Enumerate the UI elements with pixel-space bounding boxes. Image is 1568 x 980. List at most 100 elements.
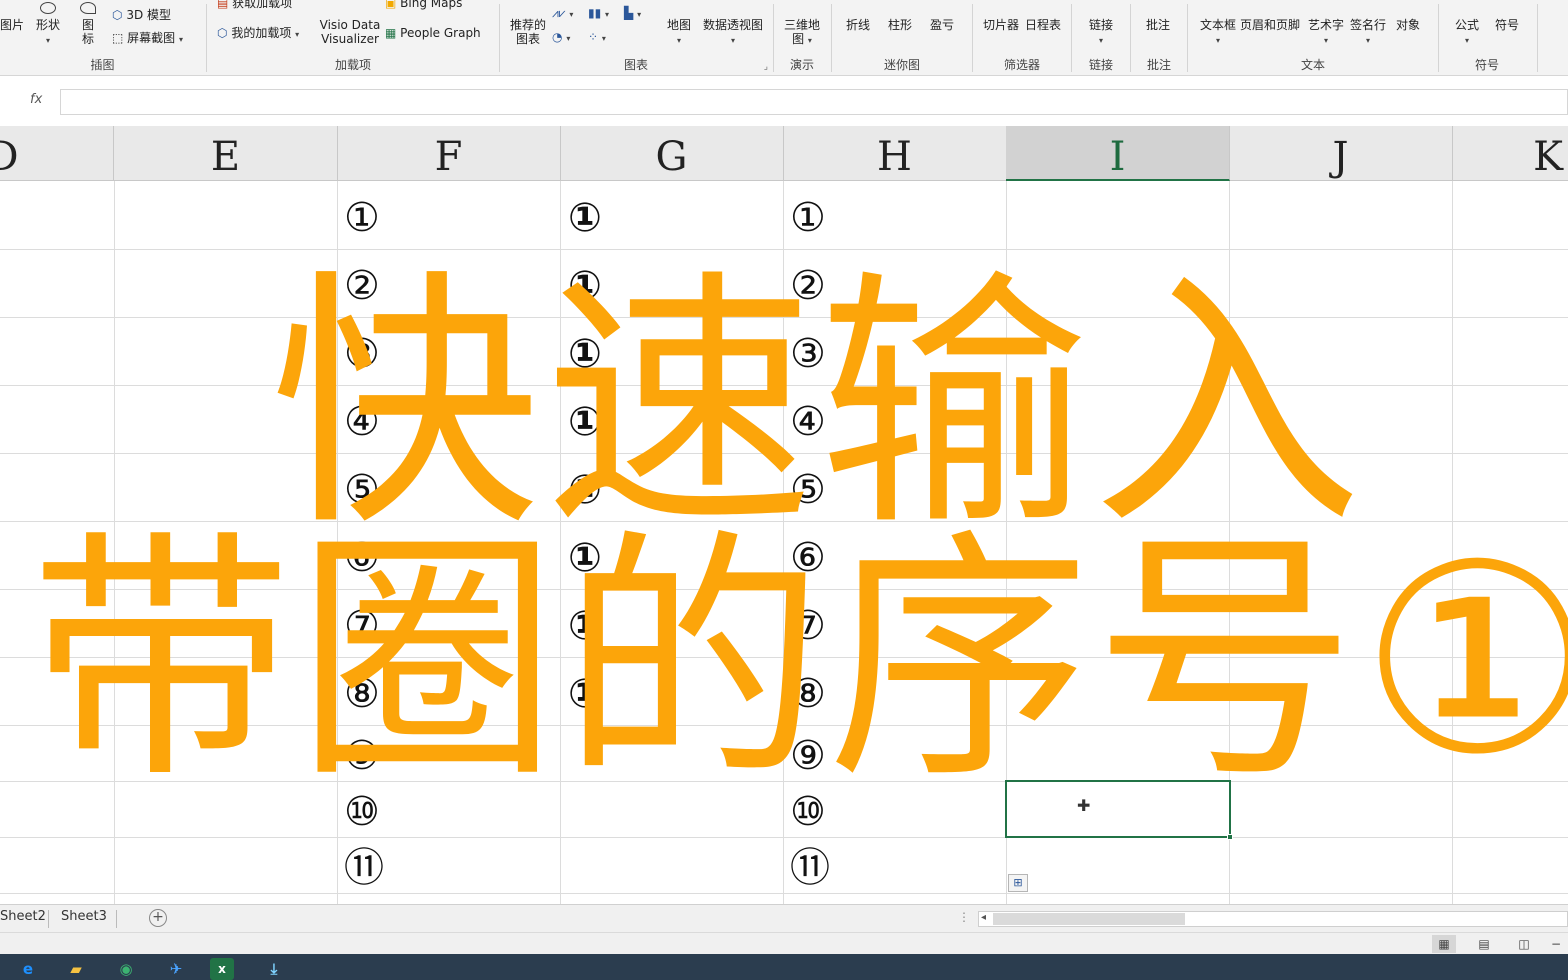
bing-icon: ▣ <box>385 0 397 10</box>
my-addins-button[interactable]: ⬡ 我的加载项 ▾ <box>217 26 299 42</box>
column-header-g[interactable]: G <box>560 126 784 181</box>
signature-line-button[interactable]: 签名行 ▾ <box>1348 18 1388 48</box>
fx-icon[interactable]: fx <box>30 92 42 107</box>
browser-icon[interactable]: ◉ <box>114 958 138 980</box>
model3d-label: 3D 模型 <box>126 8 172 22</box>
column-header-e[interactable]: E <box>114 126 338 181</box>
hierarchy-chart-button[interactable]: ▙ ▾ <box>624 6 641 22</box>
pictures-button[interactable]: 图片 <box>0 18 24 32</box>
fill-handle[interactable] <box>1227 834 1233 840</box>
zoom-out-icon[interactable]: − <box>1546 935 1566 953</box>
textbox-button[interactable]: 文本框 ▾ <box>1198 18 1238 48</box>
ribbon-group-label: 加载项 <box>334 58 371 72</box>
gridline <box>0 893 1568 894</box>
timeline-button[interactable]: 日程表 <box>1025 18 1061 32</box>
overlay-title-line2: 带圈的序号① <box>30 508 1568 813</box>
chevron-down-icon: ▾ <box>1215 36 1220 45</box>
cell-g-value[interactable]: ① <box>568 198 602 238</box>
cell-h-value[interactable]: ⑪ <box>790 848 830 888</box>
scroll-left-icon[interactable]: ◂ <box>981 912 986 923</box>
scroll-thumb[interactable] <box>993 913 1185 925</box>
object-button[interactable]: 对象 <box>1396 18 1420 32</box>
cell-h-value[interactable]: ① <box>790 198 826 238</box>
edge-icon[interactable]: e <box>16 958 40 980</box>
column-header-d[interactable]: D <box>0 126 114 181</box>
paste-options-icon[interactable]: ⊞ <box>1008 874 1028 892</box>
icons-label: 图标 <box>81 18 94 46</box>
symbol-button[interactable]: 符号 <box>1495 18 1519 32</box>
chevron-down-icon: ▾ <box>637 10 642 19</box>
model3d-button[interactable]: ⬡ 3D 模型 <box>112 8 171 22</box>
maps-button[interactable]: 地图 ▾ <box>664 18 694 48</box>
formula-input[interactable] <box>60 89 1568 115</box>
people-graph-button[interactable]: ▦ People Graph <box>385 26 481 40</box>
line-chart-button[interactable]: ⩘⩗ ▾ <box>552 6 573 22</box>
addins-icon: ⬡ <box>217 26 228 40</box>
header-footer-button[interactable]: 页眉和页脚 <box>1240 18 1300 32</box>
page-layout-view-icon[interactable]: ▤ <box>1472 935 1496 953</box>
column-chart-button[interactable]: ▮▮ ▾ <box>588 6 609 22</box>
column-chart-icon: ▮▮ <box>588 6 602 20</box>
ribbon-group-tours: 三维地图 ▾ 演示 <box>774 0 830 76</box>
excel-icon[interactable]: x <box>210 958 234 980</box>
ribbon-group-label: 演示 <box>789 58 814 72</box>
chevron-down-icon: ▾ <box>605 10 610 19</box>
ribbon: 图片 形状 ▾ 图标 ⬡ 3D 模型 ⬚ 屏幕截图 ▾ 插图 ▤ 获取加载项 ⬡ … <box>0 0 1568 76</box>
column-header-j[interactable]: J <box>1229 126 1453 181</box>
timeline-label: 日程表 <box>1025 18 1062 32</box>
sparkline-column-button[interactable]: 柱形 <box>888 18 912 32</box>
map3d-button[interactable]: 三维地图 ▾ <box>784 18 820 48</box>
shapes-label: 形状 <box>35 18 60 32</box>
ribbon-group-label: 文本 <box>1300 58 1325 72</box>
horizontal-scrollbar[interactable]: ◂ <box>978 911 1568 927</box>
recommended-charts-button[interactable]: 推荐的图表 <box>508 18 548 46</box>
chevron-down-icon: ▾ <box>45 36 50 45</box>
sheet-tab[interactable]: Sheet2 <box>0 909 46 924</box>
wordart-button[interactable]: 艺术字 ▾ <box>1306 18 1346 48</box>
column-header-f[interactable]: F <box>337 126 561 181</box>
pie-chart-button[interactable]: ◔ ▾ <box>552 30 570 46</box>
screenshot-label: 屏幕截图 <box>127 31 176 45</box>
pivotchart-button[interactable]: 数据透视图 ▾ <box>702 18 764 48</box>
equation-label: 公式 <box>1454 18 1479 32</box>
column-header-i[interactable]: I <box>1006 126 1230 181</box>
page-break-view-icon[interactable]: ◫ <box>1512 935 1536 953</box>
comment-button[interactable]: 批注 <box>1146 18 1170 32</box>
sparkline-winloss-button[interactable]: 盈亏 <box>930 18 954 32</box>
maps-label: 地图 <box>666 18 691 32</box>
sheet-tab[interactable]: Sheet3 <box>61 909 107 924</box>
slicer-button[interactable]: 切片器 <box>983 18 1019 32</box>
shapes-button[interactable]: 形状 ▾ <box>34 2 62 48</box>
link-button[interactable]: 链接 ▾ <box>1088 18 1114 48</box>
cell-f-value[interactable]: ⑪ <box>344 848 384 888</box>
store-icon: ▤ <box>217 0 229 10</box>
sparkline-line-button[interactable]: 折线 <box>846 18 870 32</box>
app-icon[interactable]: ✈ <box>164 958 188 980</box>
column-header-k[interactable]: K <box>1452 126 1568 181</box>
signature-line-label: 签名行 <box>1349 18 1386 32</box>
ribbon-group-text: 文本框 ▾ 页眉和页脚 艺术字 ▾ 签名行 ▾ 对象 文本 <box>1188 0 1438 76</box>
ribbon-group-label: 筛选器 <box>1003 58 1040 72</box>
chevron-down-icon: ▾ <box>569 10 574 19</box>
chevron-down-icon: ▾ <box>179 35 184 44</box>
cell-f-value[interactable]: ① <box>344 198 380 238</box>
column-header-h[interactable]: H <box>783 126 1007 181</box>
screenshot-button[interactable]: ⬚ 屏幕截图 ▾ <box>112 31 183 47</box>
split-handle-icon[interactable]: ⋮ <box>958 910 970 924</box>
bing-maps-button[interactable]: ▣ Bing Maps <box>385 0 462 10</box>
get-addins-button[interactable]: ▤ 获取加载项 <box>217 0 292 10</box>
app-icon[interactable]: ⤓ <box>262 958 286 980</box>
visio-button[interactable]: Visio Data Visualizer <box>319 18 381 46</box>
file-explorer-icon[interactable]: ▰ <box>64 958 88 980</box>
equation-button[interactable]: 公式 ▾ <box>1453 18 1481 48</box>
dialog-launcher-icon[interactable]: ⌟ <box>764 62 768 72</box>
scatter-chart-button[interactable]: ⁘ ▾ <box>588 30 606 46</box>
add-sheet-icon[interactable]: + <box>149 909 167 927</box>
normal-view-icon[interactable]: ▦ <box>1432 935 1456 953</box>
chevron-down-icon: ▾ <box>1464 36 1469 45</box>
wordart-label: 艺术字 <box>1307 18 1344 32</box>
taskbar: e ▰ ◉ ✈ x ⤓ <box>0 954 1568 980</box>
get-addins-label: 获取加载项 <box>232 0 293 10</box>
icons-button[interactable]: 图标 <box>76 2 100 46</box>
chevron-down-icon: ▾ <box>566 34 571 43</box>
